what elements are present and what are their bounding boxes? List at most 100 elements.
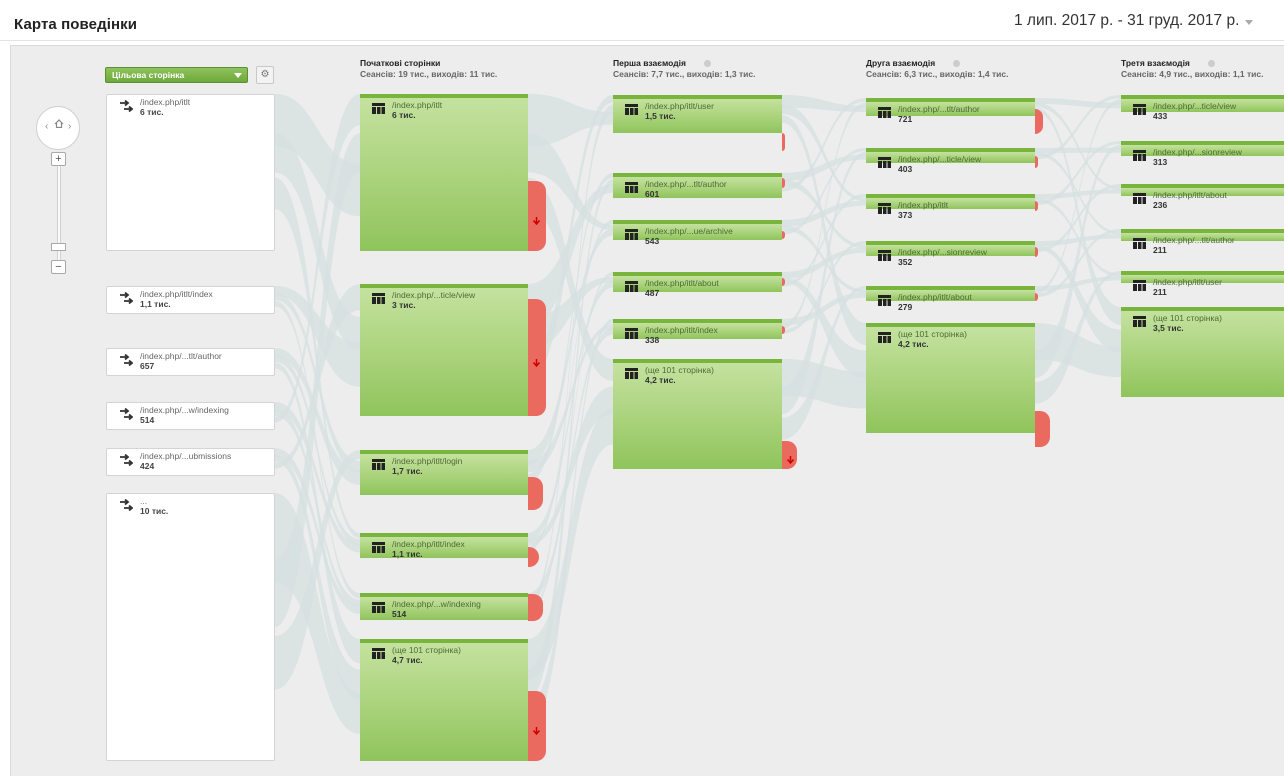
zoom-out-button[interactable]: − — [51, 260, 66, 274]
page-title: Карта поведінки — [14, 16, 138, 33]
node-label: /index.php/...w/indexing 514 — [372, 599, 481, 620]
node-count: 514 — [140, 414, 155, 425]
pan-control[interactable]: ‹ › — [36, 106, 80, 150]
page-icon — [1133, 150, 1146, 164]
page-node[interactable]: /index.php/itlt/login 1,7 тис. — [360, 450, 528, 495]
arrow-left-icon[interactable]: ‹ — [45, 121, 48, 132]
source-node[interactable]: ... 10 тис. — [106, 493, 275, 761]
page-node[interactable]: /index.php/...ticle/view 433 — [1121, 95, 1284, 121]
arrow-right-icon[interactable]: › — [68, 121, 71, 132]
exit-bar[interactable] — [528, 477, 543, 510]
page-node[interactable]: /index.php/itlt 373 — [866, 194, 1035, 220]
exit-arrow-icon — [532, 212, 541, 226]
source-node[interactable]: /index.php/itlt 6 тис. — [106, 94, 275, 251]
source-node[interactable]: /index.php/...ubmissions 424 — [106, 448, 275, 476]
page-node[interactable]: /index.php/itlt/index 338 — [613, 319, 782, 345]
date-range-picker[interactable]: 1 лип. 2017 р. - 31 груд. 2017 р. — [1014, 12, 1254, 30]
exit-bar[interactable] — [1035, 156, 1038, 168]
exit-bar[interactable] — [782, 441, 797, 469]
zoom-slider-thumb[interactable] — [51, 243, 66, 251]
page-icon — [878, 295, 891, 309]
source-node[interactable]: /index.php/itlt/index 1,1 тис. — [106, 286, 275, 314]
exit-bar[interactable] — [528, 691, 546, 761]
node-label: /index.php/...w/indexing 514 — [119, 405, 229, 426]
page-icon — [625, 104, 638, 118]
node-count: 514 — [392, 608, 407, 619]
flow-band[interactable] — [782, 154, 866, 182]
gear-icon[interactable] — [1207, 60, 1215, 68]
exit-bar[interactable] — [528, 594, 543, 621]
behavior-flow-canvas[interactable]: ‹ › + − Цільова сторінка ⚙ Початкові сто… — [10, 45, 1284, 776]
page-node[interactable]: /index.php/...ticle/view 403 — [866, 148, 1035, 174]
node-label: (ще 101 сторінка) 4,7 тис. — [372, 645, 461, 666]
page-icon — [1133, 193, 1146, 207]
dimension-selector[interactable]: Цільова сторінка — [105, 67, 248, 83]
exit-bar[interactable] — [1035, 247, 1038, 257]
node-label: /index.php/itlt/about 279 — [878, 292, 972, 313]
page-node[interactable]: /index.php/itlt 6 тис. — [360, 94, 528, 251]
source-node[interactable]: /index.php/...w/indexing 514 — [106, 402, 275, 430]
page-node[interactable]: /index.php/...tlt/author 601 — [613, 173, 782, 199]
page-icon — [372, 602, 385, 616]
node-label: /index.php/itlt/login 1,7 тис. — [372, 456, 462, 477]
node-label: /index.php/...tlt/author 211 — [1133, 235, 1235, 256]
source-node[interactable]: /index.php/...tlt/author 657 — [106, 348, 275, 376]
page-node[interactable]: /index.php/itlt/user 1,5 тис. — [613, 95, 782, 133]
page-icon — [1133, 238, 1146, 252]
node-count: 721 — [898, 113, 913, 124]
column-stats: Сеансів: 6,3 тис., виходів: 1,4 тис. — [866, 69, 1009, 80]
page-node[interactable]: (ще 101 сторінка) 4,2 тис. — [613, 359, 782, 469]
traffic-source-icon — [119, 291, 134, 307]
node-count: 601 — [645, 188, 660, 199]
node-label: /index.php/itlt/index 1,1 тис. — [372, 539, 465, 560]
exit-bar[interactable] — [528, 299, 546, 416]
page-node[interactable]: /index.php/...sionreview 352 — [866, 241, 1035, 267]
gear-icon[interactable] — [953, 60, 961, 68]
page-node[interactable]: (ще 101 сторінка) 4,7 тис. — [360, 639, 528, 761]
gear-icon[interactable] — [703, 60, 711, 68]
traffic-source-icon — [119, 407, 134, 423]
page-node[interactable]: /index.php/itlt/about 279 — [866, 286, 1035, 312]
page-node[interactable]: /index.php/itlt/about 236 — [1121, 184, 1284, 210]
column-stats: Сеансів: 19 тис., виходів: 11 тис. — [360, 69, 498, 80]
exit-bar[interactable] — [782, 133, 785, 151]
zoom-in-button[interactable]: + — [51, 152, 66, 166]
traffic-source-icon — [119, 99, 134, 115]
node-count: 1,1 тис. — [392, 548, 423, 559]
traffic-source-icon — [119, 353, 134, 369]
exit-bar[interactable] — [528, 181, 546, 251]
node-label: /index.php/itlt/index 1,1 тис. — [119, 289, 213, 310]
page-icon — [372, 648, 385, 662]
node-count: 1,7 тис. — [392, 465, 423, 476]
page-node[interactable]: /index.php/itlt/index 1,1 тис. — [360, 533, 528, 560]
exit-arrow-icon — [532, 354, 541, 368]
column-stats: Сеансів: 4,9 тис., виходів: 1,1 тис. — [1121, 69, 1264, 80]
node-label: /index.php/itlt 6 тис. — [119, 97, 190, 118]
page-node[interactable]: /index.php/...ue/archive 543 — [613, 220, 782, 246]
page-node[interactable]: (ще 101 сторінка) 3,5 тис. — [1121, 307, 1284, 397]
home-icon[interactable] — [54, 119, 64, 131]
node-count: 487 — [645, 287, 660, 298]
page-node[interactable]: /index.php/itlt/user 211 — [1121, 271, 1284, 297]
page-node[interactable]: /index.php/...sionreview 313 — [1121, 141, 1284, 167]
dimension-selector-label: Цільова сторінка — [112, 70, 185, 80]
exit-bar[interactable] — [1035, 411, 1050, 447]
node-label: /index.php/...ticle/view 433 — [1133, 101, 1236, 122]
node-count: 1,1 тис. — [140, 298, 171, 309]
exit-bar[interactable] — [1035, 201, 1038, 211]
page-icon — [625, 182, 638, 196]
page-node[interactable]: (ще 101 сторінка) 4,2 тис. — [866, 323, 1035, 433]
traffic-source-icon — [119, 453, 134, 469]
page-node[interactable]: /index.php/...tlt/author 721 — [866, 98, 1035, 124]
page-node[interactable]: /index.php/...ticle/view 3 тис. — [360, 284, 528, 416]
page-node[interactable]: /index.php/...w/indexing 514 — [360, 593, 528, 620]
node-count: 4,7 тис. — [392, 654, 423, 665]
gear-icon[interactable]: ⚙ — [256, 66, 274, 84]
exit-bar[interactable] — [782, 178, 785, 188]
page-node[interactable]: /index.php/...tlt/author 211 — [1121, 229, 1284, 255]
page-icon — [372, 542, 385, 556]
column-header: Третя взаємодія Сеансів: 4,9 тис., виході… — [1121, 58, 1264, 81]
page-node[interactable]: /index.php/itlt/about 487 — [613, 272, 782, 298]
column-header: Друга взаємодія Сеансів: 6,3 тис., виході… — [866, 58, 1009, 81]
page-icon — [1133, 104, 1146, 118]
